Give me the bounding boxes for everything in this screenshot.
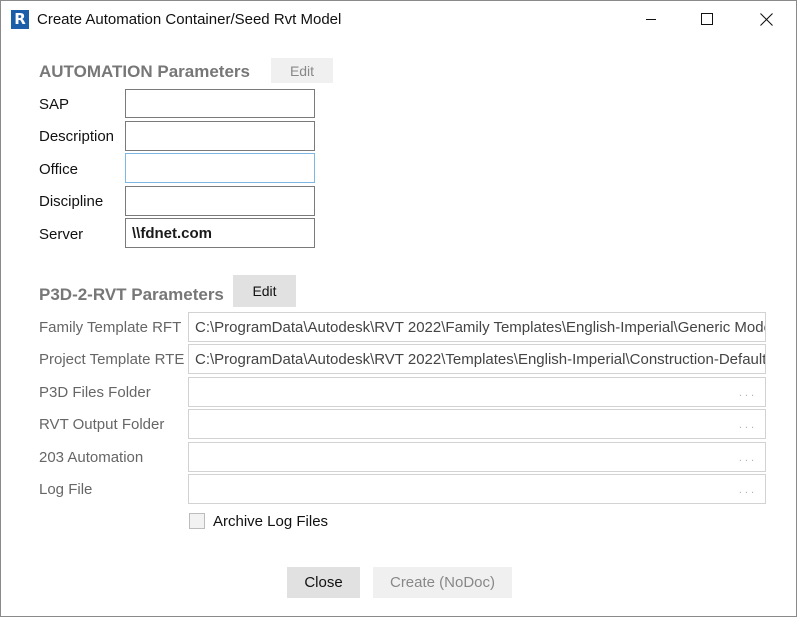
automation-203-browse-button[interactable]: ...: [739, 452, 757, 464]
minimize-button[interactable]: [628, 1, 674, 37]
window-title: Create Automation Container/Seed Rvt Mod…: [37, 11, 342, 28]
automation-203-label: 203 Automation: [39, 449, 144, 466]
create-nodoc-button[interactable]: Create (NoDoc): [373, 567, 512, 598]
rvt-output-folder-label: RVT Output Folder: [39, 416, 165, 433]
dialog-window: R Create Automation Container/Seed Rvt M…: [0, 0, 797, 617]
p3d-files-folder-field[interactable]: ...: [188, 377, 766, 407]
sap-label: SAP: [39, 96, 70, 113]
automation-parameters-heading: AUTOMATION Parameters: [39, 62, 250, 81]
revit-app-icon: R: [11, 10, 29, 29]
log-file-label: Log File: [39, 481, 93, 498]
description-field[interactable]: [125, 121, 315, 151]
family-template-field[interactable]: C:\ProgramData\Autodesk\RVT 2022\Family …: [188, 312, 766, 342]
maximize-icon: [701, 13, 713, 25]
rvt-output-folder-field[interactable]: ...: [188, 409, 766, 439]
discipline-label: Discipline: [39, 193, 104, 210]
p3d-files-folder-browse-button[interactable]: ...: [739, 387, 757, 399]
minimize-icon: [646, 19, 656, 20]
server-field[interactable]: \\fdnet.com: [125, 218, 315, 248]
project-template-field[interactable]: C:\ProgramData\Autodesk\RVT 2022\Templat…: [188, 344, 766, 374]
sap-field[interactable]: [125, 89, 315, 118]
description-label: Description: [39, 128, 115, 145]
close-window-button[interactable]: [743, 1, 789, 37]
office-label: Office: [39, 161, 78, 178]
maximize-button[interactable]: [684, 1, 730, 37]
title-bar: R Create Automation Container/Seed Rvt M…: [1, 1, 796, 37]
close-button[interactable]: Close: [287, 567, 360, 598]
archive-log-files-checkbox[interactable]: [189, 513, 205, 529]
automation-203-field[interactable]: ...: [188, 442, 766, 472]
p3d-files-folder-label: P3D Files Folder: [39, 384, 151, 401]
close-icon: [759, 12, 773, 26]
automation-edit-button[interactable]: Edit: [271, 58, 333, 83]
rvt-output-folder-browse-button[interactable]: ...: [739, 419, 757, 431]
project-template-label: Project Template RTE: [39, 351, 185, 368]
archive-log-files-label: Archive Log Files: [213, 513, 329, 530]
p3d-edit-button[interactable]: Edit: [233, 275, 296, 307]
log-file-browse-button[interactable]: ...: [739, 484, 757, 496]
server-label: Server: [39, 226, 84, 243]
family-template-label: Family Template RFT: [39, 319, 182, 336]
p3d-parameters-heading: P3D-2-RVT Parameters: [39, 285, 224, 304]
log-file-field[interactable]: ...: [188, 474, 766, 504]
office-field[interactable]: [125, 153, 315, 183]
discipline-field[interactable]: [125, 186, 315, 216]
